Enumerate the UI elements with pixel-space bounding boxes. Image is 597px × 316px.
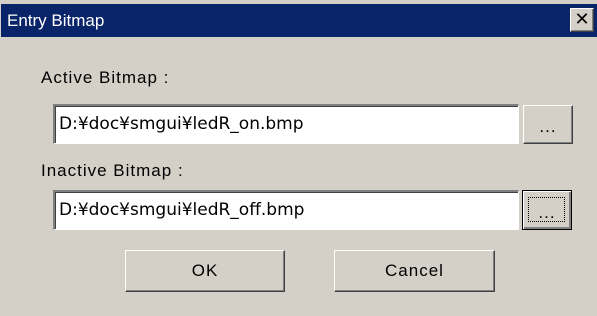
active-browse-label: ... [539,117,557,136]
cancel-label: Cancel [385,261,444,280]
entry-bitmap-dialog: Entry Bitmap ✕ Active Bitmap : D:¥doc¥sm… [0,0,597,316]
ok-label: OK [191,261,219,280]
focus-ring [528,197,565,222]
active-bitmap-input[interactable]: D:¥doc¥smgui¥ledR_on.bmp [53,104,519,144]
ok-button[interactable]: OK [125,250,285,292]
close-icon: ✕ [574,9,590,30]
dialog-title: Entry Bitmap [7,11,105,30]
close-button[interactable]: ✕ [570,8,594,32]
inactive-browse-button[interactable]: ... [522,190,572,230]
active-bitmap-label: Active Bitmap : [41,68,170,87]
inactive-bitmap-input[interactable]: D:¥doc¥smgui¥ledR_off.bmp [53,190,519,230]
cancel-button[interactable]: Cancel [334,250,495,292]
active-browse-button[interactable]: ... [523,105,573,144]
title-bar[interactable]: Entry Bitmap ✕ [1,4,597,37]
inactive-bitmap-label: Inactive Bitmap : [41,161,184,180]
